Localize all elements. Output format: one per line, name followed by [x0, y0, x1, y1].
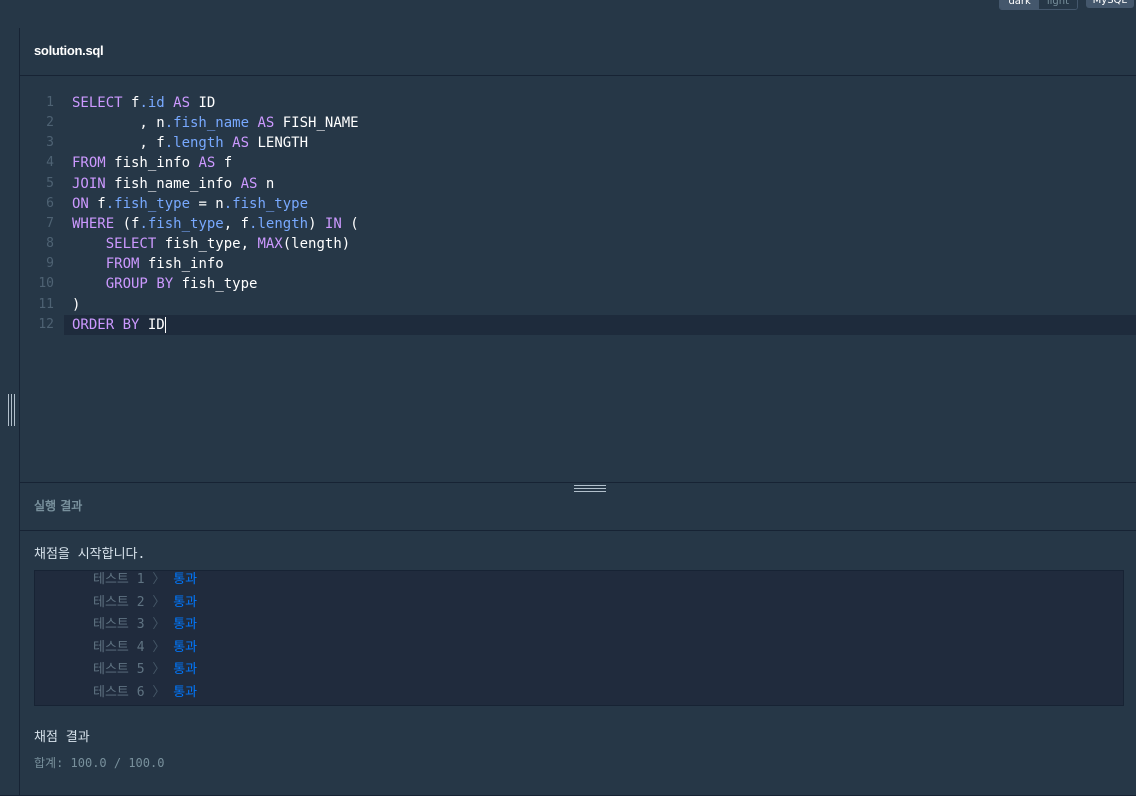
chevron-right-icon: 〉: [144, 684, 174, 700]
test-label: 테스트 3: [93, 617, 145, 632]
code-line[interactable]: 4 FROM fish_info AS f: [20, 153, 1136, 173]
code-line[interactable]: 1 SELECT f.id AS ID: [20, 93, 1136, 113]
left-sidebar-strip: [0, 28, 20, 796]
code-line[interactable]: 2 , n.fish_name AS FISH_NAME: [20, 113, 1136, 133]
code-text[interactable]: GROUP BY fish_type: [72, 274, 258, 294]
test-results-list: 테스트 1 〉 통과 테스트 2 〉 통과 테스트 3 〉 통과 테스트 4 〉 통과…: [34, 570, 1124, 706]
light-theme-button[interactable]: light: [1038, 0, 1077, 9]
result-panel: 채점을 시작합니다. 테스트 1 〉 통과 테스트 2 〉 통과 테스트 3 〉 통…: [20, 531, 1136, 796]
code-text[interactable]: WHERE (f.fish_type, f.length) IN (: [72, 214, 359, 234]
code-text[interactable]: SELECT fish_type, MAX(length): [72, 234, 350, 254]
test-label: 테스트 5: [93, 662, 145, 677]
test-result-row: 테스트 4 〉 통과: [93, 638, 197, 658]
file-tab: solution.sql: [20, 28, 1136, 76]
test-label: 테스트 4: [93, 639, 145, 655]
code-text[interactable]: SELECT f.id AS ID: [72, 93, 215, 113]
file-name: solution.sql: [34, 43, 104, 58]
line-number: 3: [46, 135, 54, 151]
test-status: 통과: [173, 639, 198, 655]
test-status: 통과: [173, 617, 198, 632]
test-label: 테스트 1: [93, 572, 145, 587]
test-label: 테스트 6: [93, 684, 145, 700]
test-status: 통과: [173, 684, 198, 700]
theme-toggle[interactable]: dark light: [999, 0, 1078, 10]
test-label: 테스트 2: [93, 594, 145, 610]
dark-theme-button[interactable]: dark: [1000, 0, 1039, 9]
test-status: 통과: [173, 662, 198, 677]
code-line[interactable]: 12 ORDER BY ID: [38, 314, 1136, 335]
code-line[interactable]: 3 , f.length AS LENGTH: [20, 133, 1136, 153]
line-number: 5: [46, 175, 54, 191]
test-result-row: 테스트 6 〉 통과: [93, 683, 197, 703]
chevron-right-icon: 〉: [144, 617, 174, 632]
line-number: 8: [46, 236, 54, 252]
code-text[interactable]: ON f.fish_type = n.fish_type: [72, 194, 308, 214]
chevron-right-icon: 〉: [144, 572, 174, 587]
test-status: 통과: [173, 594, 198, 610]
line-number: 4: [46, 155, 54, 171]
code-line[interactable]: 10 GROUP BY fish_type: [20, 274, 1136, 294]
chevron-right-icon: 〉: [144, 662, 174, 677]
result-title: 실행 결과: [34, 499, 83, 513]
final-score: 합계: 100.0 / 100.0: [34, 756, 165, 770]
line-number: 12: [38, 316, 54, 332]
top-toolbar: dark light MySQL: [0, 0, 1136, 29]
line-number: 6: [46, 195, 54, 211]
line-number: 2: [46, 115, 54, 131]
final-result-title: 채점 결과: [34, 730, 90, 745]
code-text[interactable]: , f.length AS LENGTH: [72, 133, 308, 153]
code-line[interactable]: 11): [20, 295, 1136, 315]
code-text[interactable]: FROM fish_info: [72, 254, 224, 274]
line-number: 11: [38, 296, 54, 312]
test-result-row: 테스트 5 〉 통과: [93, 660, 197, 680]
line-number: 1: [46, 95, 54, 110]
chevron-right-icon: 〉: [144, 594, 174, 610]
code-line[interactable]: 6 ON f.fish_type = n.fish_type: [20, 194, 1136, 214]
panel-resize-handle-icon[interactable]: [6, 394, 16, 426]
test-result-row: 테스트 2 〉 통과: [93, 593, 197, 613]
text-cursor: [164, 316, 166, 333]
chevron-right-icon: 〉: [144, 639, 174, 655]
code-editor-panel: solution.sql 1 SELECT f.id AS ID 2 , n.fis…: [20, 28, 1136, 482]
code-line[interactable]: 7 WHERE (f.fish_type, f.length) IN (: [20, 214, 1136, 234]
code-text[interactable]: , n.fish_name AS FISH_NAME: [72, 113, 358, 133]
language-select[interactable]: MySQL: [1085, 0, 1134, 8]
code-text[interactable]: JOIN fish_name_info AS n: [72, 174, 274, 194]
code-editor[interactable]: 1 SELECT f.id AS ID 2 , n.fish_name AS FIS…: [20, 76, 1136, 482]
test-result-row: 테스트 3 〉 통과: [93, 615, 197, 635]
test-status: 통과: [173, 572, 198, 587]
test-result-row: 테스트 1 〉 통과: [93, 570, 197, 590]
code-line[interactable]: 8 SELECT fish_type, MAX(length): [20, 234, 1136, 254]
line-number: 10: [38, 276, 54, 292]
grading-start-message: 채점을 시작합니다.: [34, 547, 146, 562]
code-text[interactable]: ): [72, 295, 80, 315]
line-number: 7: [46, 215, 54, 231]
code-line[interactable]: 9 FROM fish_info: [20, 254, 1136, 274]
line-number: 9: [46, 256, 54, 272]
code-line[interactable]: 5 JOIN fish_name_info AS n: [20, 174, 1136, 194]
code-text[interactable]: FROM fish_info AS f: [72, 153, 232, 173]
code-text[interactable]: ORDER BY ID: [72, 315, 166, 335]
result-header: 실행 결과: [20, 483, 1136, 531]
